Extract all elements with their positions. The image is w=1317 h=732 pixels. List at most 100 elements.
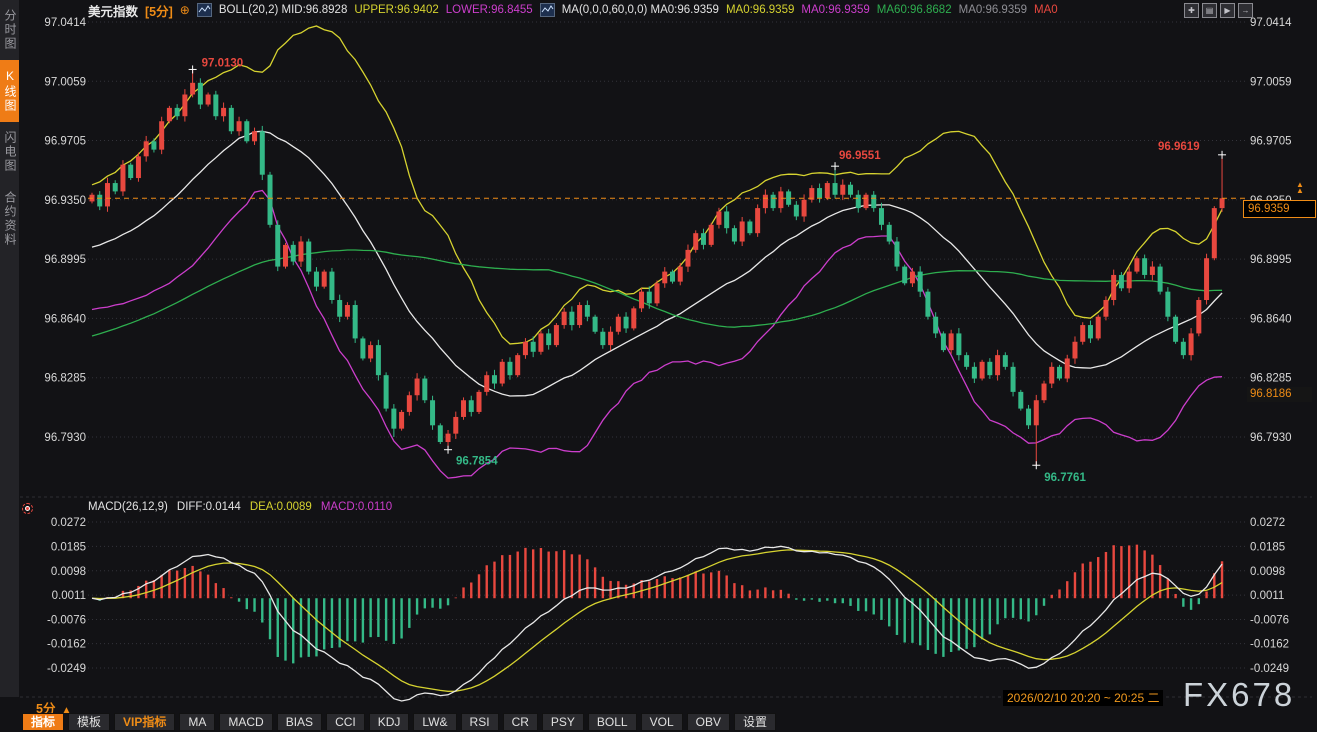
candle — [972, 367, 977, 379]
candle — [538, 333, 543, 351]
candle — [848, 185, 853, 195]
pop-out-icon[interactable]: → — [1238, 3, 1253, 18]
macd-diff-value: DIFF:0.0144 — [177, 501, 241, 513]
candle — [175, 108, 180, 116]
candle — [802, 200, 807, 217]
sidebar-item-K线图[interactable]: K线图 — [0, 60, 19, 122]
layout-move-icon[interactable]: ✚ — [1184, 3, 1199, 18]
tab-VOL[interactable]: VOL — [641, 713, 683, 731]
tab-MACD[interactable]: MACD — [219, 713, 272, 731]
candle — [128, 165, 133, 178]
tab-BOLL[interactable]: BOLL — [588, 713, 637, 731]
candle — [322, 272, 327, 287]
y-axis-label: 96.8640 — [1250, 313, 1292, 325]
bar-datetime-readout: 2026/02/10 20:20 ~ 20:25 二 — [1003, 690, 1163, 706]
tab-CCI[interactable]: CCI — [326, 713, 365, 731]
price-annotation: 96.7761 — [1044, 472, 1086, 484]
y-axis-label: -0.0249 — [47, 663, 86, 675]
sidebar-item-合约资料[interactable]: 合约资料 — [0, 182, 19, 256]
y-axis-label: 96.8285 — [44, 373, 86, 385]
candle — [198, 83, 203, 105]
candle — [964, 355, 969, 367]
circle-plus-icon[interactable]: ⊕ — [180, 3, 190, 17]
tab-模板[interactable]: 模板 — [68, 713, 110, 731]
candle — [956, 333, 961, 355]
candle — [1165, 292, 1170, 317]
candle — [833, 183, 838, 195]
candle — [879, 208, 884, 225]
price-annotation: 96.9551 — [839, 150, 881, 162]
tab-PSY[interactable]: PSY — [542, 713, 584, 731]
macd-hist-value: MACD:0.0110 — [321, 501, 392, 513]
candle — [1088, 325, 1093, 338]
candle — [1220, 198, 1225, 208]
tab-OBV[interactable]: OBV — [687, 713, 730, 731]
legend-item: MA60:96.8682 — [877, 4, 952, 16]
tab-CR[interactable]: CR — [503, 713, 538, 731]
candle — [631, 308, 636, 328]
tab-RSI[interactable]: RSI — [461, 713, 499, 731]
candle — [531, 342, 536, 352]
candle — [662, 272, 667, 284]
y-axis-label: 0.0011 — [1250, 590, 1284, 602]
candle — [825, 183, 830, 198]
legend-item: MA0:96.9359 — [801, 4, 869, 16]
macd-params: MACD(26,12,9) — [88, 501, 168, 513]
sidebar-item-分时图[interactable]: 分时图 — [0, 0, 19, 60]
candle — [260, 131, 265, 174]
candle — [105, 183, 110, 206]
candle — [1026, 409, 1031, 426]
candle — [1096, 317, 1101, 339]
candle — [136, 156, 141, 178]
axis-scale-icon[interactable]: ▤ — [1202, 3, 1217, 18]
candle — [701, 233, 706, 245]
chart-type-sidebar: 分时图K线图闪电图合约资料 — [0, 0, 19, 697]
candle — [507, 362, 512, 375]
candle — [554, 325, 559, 345]
fx678-watermark: FX678 — [1183, 676, 1295, 714]
candle — [1189, 333, 1194, 355]
y-axis-label: -0.0076 — [1250, 615, 1289, 627]
candle — [1158, 267, 1163, 292]
candle — [229, 108, 234, 131]
tab-KDJ[interactable]: KDJ — [369, 713, 410, 731]
candle — [1111, 275, 1116, 300]
tab-设置[interactable]: 设置 — [734, 713, 776, 731]
candle — [1057, 367, 1062, 379]
candle — [252, 131, 257, 141]
y-axis-label: 0.0098 — [1250, 566, 1285, 578]
indicator-legend: 美元指数 [5分] ⊕ BOLL(20,2) MID:96.8928UPPER:… — [88, 2, 1058, 18]
candle — [415, 379, 420, 396]
period-label[interactable]: [5分] — [145, 1, 173, 20]
candle — [120, 165, 125, 192]
indicator-cycle-icon[interactable] — [22, 503, 33, 514]
candle — [771, 195, 776, 208]
tab-LW&[interactable]: LW& — [413, 713, 456, 731]
candle — [1072, 342, 1077, 359]
candle — [763, 195, 768, 208]
candle — [182, 95, 187, 117]
tab-MA[interactable]: MA — [179, 713, 215, 731]
candle — [1142, 258, 1147, 275]
candle — [446, 434, 451, 442]
candle — [213, 95, 218, 117]
candle — [980, 362, 985, 379]
candle — [670, 272, 675, 282]
sidebar-item-闪电图[interactable]: 闪电图 — [0, 122, 19, 182]
candle — [337, 300, 342, 317]
candle — [755, 208, 760, 233]
price-annotation: 96.9619 — [1158, 141, 1200, 153]
macd-dea-value: DEA:0.0089 — [250, 501, 312, 513]
autoplay-icon[interactable]: ▶ — [1220, 3, 1235, 18]
candlestick-chart-canvas[interactable]: 97.041497.041497.005997.005996.970596.97… — [0, 0, 1317, 732]
candle — [477, 392, 482, 412]
candle — [624, 317, 629, 329]
tab-BIAS[interactable]: BIAS — [277, 713, 322, 731]
tab-VIP指标[interactable]: VIP指标 — [114, 713, 175, 731]
candle — [1034, 400, 1039, 425]
candle — [1042, 384, 1047, 401]
candle — [995, 355, 1000, 375]
tab-指标[interactable]: 指标 — [22, 713, 64, 731]
current-price-tag: 96.9359 — [1243, 200, 1316, 218]
candle — [546, 333, 551, 345]
